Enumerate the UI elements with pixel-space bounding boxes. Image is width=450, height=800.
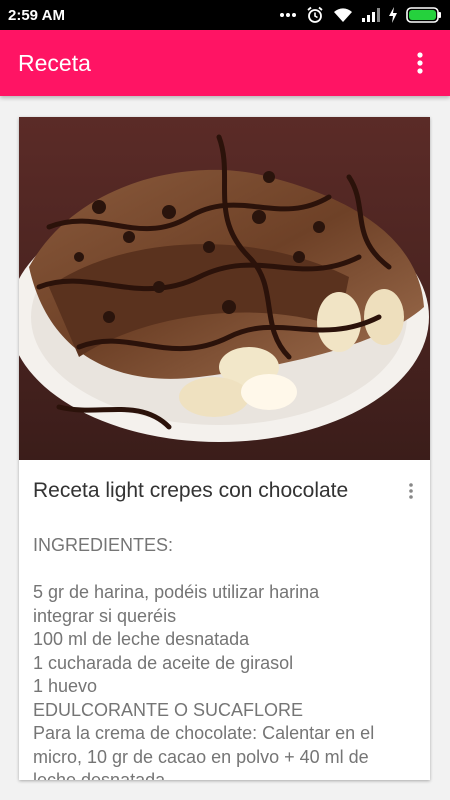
wifi-icon	[333, 7, 353, 23]
charging-icon	[389, 7, 397, 23]
card-title-row: Receta light crepes con chocolate	[19, 460, 430, 522]
recipe-description: INGREDIENTES: 5 gr de harina, podéis uti…	[19, 522, 430, 780]
crepes-image	[19, 117, 430, 460]
battery-icon	[406, 7, 442, 23]
instruction-line: Para la crema de chocolate: Calentar en …	[33, 723, 375, 743]
ingredient-line: integrar si queréis	[33, 605, 177, 626]
app-title: Receta	[18, 49, 91, 76]
instruction-line: micro, 10 gr de cacao en polvo + 40 ml d…	[33, 746, 369, 767]
recipe-title: Receta light crepes con chocolate	[33, 479, 349, 502]
overflow-menu-button[interactable]	[408, 45, 432, 81]
card-overflow-button[interactable]	[402, 476, 420, 506]
status-bar: 2:59 AM	[0, 0, 450, 30]
ingredient-line: 5 gr de harina, podéis utilizar harina	[33, 582, 320, 602]
status-time: 2:59 AM	[8, 6, 65, 24]
alarm-icon	[306, 6, 324, 24]
ingredient-line: 1 huevo	[33, 676, 98, 696]
ingredients-header: INGREDIENTES:	[33, 535, 174, 555]
ingredient-line: 100 ml de leche desnatada	[33, 629, 250, 649]
app-bar: Receta	[0, 30, 450, 96]
status-icons	[279, 6, 442, 24]
ingredient-line: EDULCORANTE O SUCAFLORE	[33, 699, 304, 720]
more-notifications-icon	[279, 12, 297, 18]
ingredient-line: 1 cucharada de aceite de girasol	[33, 652, 294, 673]
instruction-line: leche desnatada	[33, 770, 166, 780]
more-vert-icon	[417, 52, 423, 74]
more-vert-icon	[409, 483, 413, 499]
signal-icon	[362, 8, 380, 22]
recipe-card[interactable]: Receta light crepes con chocolate INGRED…	[19, 117, 430, 780]
